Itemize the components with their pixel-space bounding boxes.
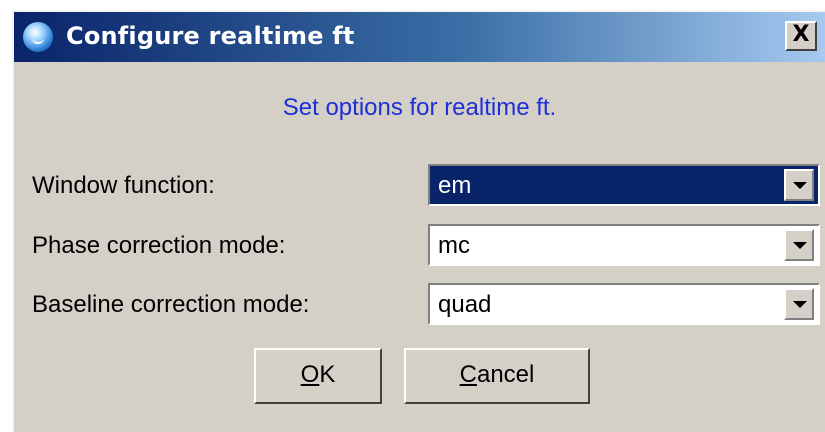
window-function-value: em xyxy=(438,172,472,199)
ok-mnemonic: O xyxy=(300,361,320,388)
baseline-correction-label: Baseline correction mode: xyxy=(32,291,310,318)
configure-dialog: Configure realtime ft X Set options for … xyxy=(12,10,825,432)
chevron-down-icon[interactable] xyxy=(784,288,814,320)
window-function-select[interactable]: em xyxy=(428,164,820,206)
chevron-down-icon[interactable] xyxy=(784,169,814,201)
title-bar[interactable]: Configure realtime ft X xyxy=(14,12,825,62)
phase-correction-label: Phase correction mode: xyxy=(32,232,286,259)
phase-correction-select[interactable]: mc xyxy=(428,224,820,266)
window-title: Configure realtime ft xyxy=(66,22,355,50)
baseline-correction-select[interactable]: quad xyxy=(428,283,820,325)
cancel-mnemonic: C xyxy=(459,361,477,388)
app-globe-icon xyxy=(22,21,54,53)
dialog-subtitle: Set options for realtime ft. xyxy=(282,94,557,121)
close-button[interactable]: X xyxy=(785,21,817,51)
baseline-correction-value: quad xyxy=(438,291,492,318)
cancel-label-rest: ancel xyxy=(476,361,535,388)
ok-label-rest: K xyxy=(319,361,336,388)
window-function-label: Window function: xyxy=(32,172,215,199)
chevron-down-icon[interactable] xyxy=(784,229,814,261)
ok-button[interactable]: OK xyxy=(254,348,382,404)
phase-correction-value: mc xyxy=(438,232,470,259)
cancel-button[interactable]: Cancel xyxy=(404,348,590,404)
